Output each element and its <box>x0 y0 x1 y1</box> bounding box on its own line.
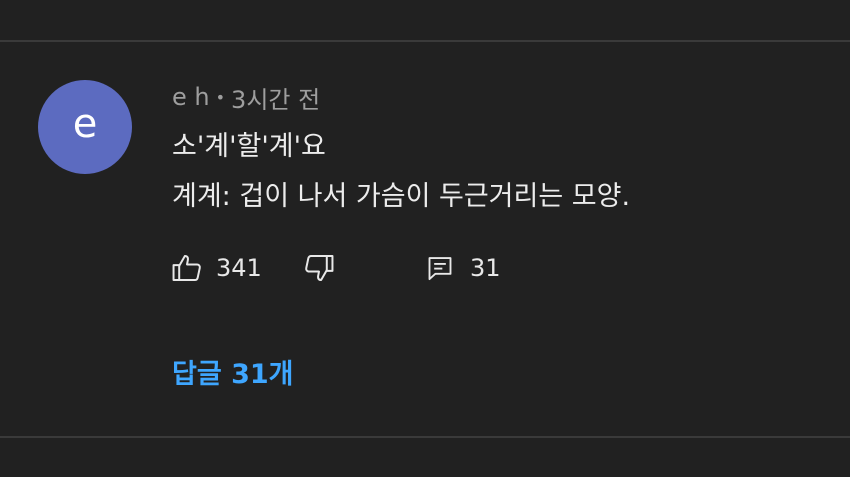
comment-actions: 341 31 <box>170 248 570 288</box>
top-divider <box>0 40 850 42</box>
avatar-letter: e <box>72 101 98 147</box>
avatar[interactable]: e <box>38 80 132 174</box>
like-button[interactable]: 341 <box>170 248 262 288</box>
comment-meta: e h • 3시간 전 <box>172 82 321 114</box>
comment-text-line-2: 계계: 겁이 나서 가슴이 두근거리는 모양. <box>172 181 631 212</box>
meta-separator: • <box>215 87 226 107</box>
dislike-button[interactable] <box>302 248 336 288</box>
like-count: 341 <box>216 254 262 282</box>
thumbs-up-icon <box>170 251 204 285</box>
reply-count: 31 <box>470 254 501 282</box>
comment-screen: e e h • 3시간 전 소'계'할'계'요 계계: 겁이 나서 가슴이 두근… <box>0 0 850 477</box>
author-name[interactable]: e h <box>172 83 210 111</box>
comment-text-line-1: 소'계'할'계'요 <box>172 131 326 162</box>
thumbs-down-icon <box>302 251 336 285</box>
view-replies-link[interactable]: 답글 31개 <box>172 352 294 391</box>
comment-icon <box>426 254 454 282</box>
bottom-divider <box>0 436 850 438</box>
timestamp: 3시간 전 <box>231 85 321 114</box>
reply-button[interactable]: 31 <box>426 248 501 288</box>
